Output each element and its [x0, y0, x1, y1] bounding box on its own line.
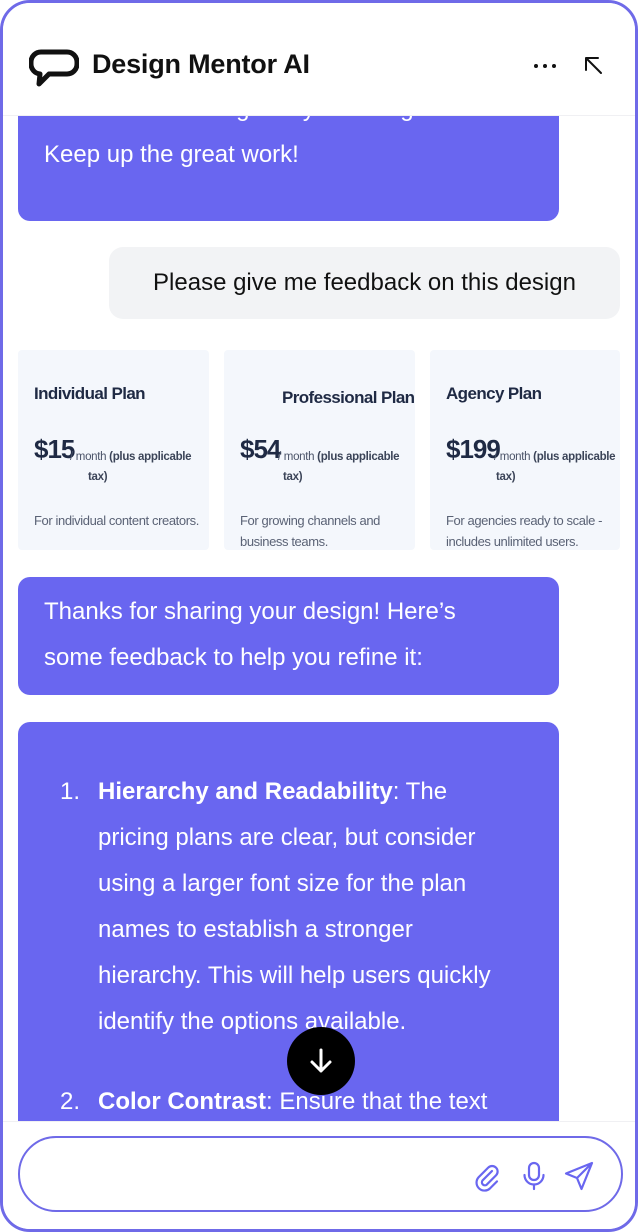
plan-unit-text: / month	[278, 451, 315, 463]
list-text-line: names to establish a stronger	[98, 916, 413, 943]
plan-name: Agency Plan	[446, 384, 542, 403]
message-list[interactable]: uniform look throughout your design. Kee…	[3, 116, 635, 1121]
list-item-title: Color Contrast	[98, 1088, 266, 1115]
plan-description-line: For growing channels and	[240, 513, 380, 528]
list-text-line: pricing plans are clear, but consider	[98, 824, 476, 851]
more-horizontal-icon	[534, 64, 556, 68]
message-text-line: Thanks for sharing your design! Here’s	[44, 598, 456, 625]
plan-unit: / month (plus applicable tax)	[70, 447, 192, 487]
plan-description: For growing channels and business teams.	[240, 510, 380, 552]
plan-card: Agency Plan $199 / month (plus applicabl…	[430, 350, 620, 550]
list-item-title: Hierarchy and Readability	[98, 778, 393, 805]
microphone-icon[interactable]	[518, 1160, 550, 1192]
message-text-line: Keep up the great work!	[44, 141, 299, 168]
plan-price: $54	[240, 434, 281, 464]
paperclip-icon[interactable]	[470, 1160, 502, 1192]
list-text-line: : The	[392, 778, 448, 805]
ai-message: uniform look throughout your design. Kee…	[18, 116, 559, 221]
arrow-up-left-icon	[585, 57, 602, 74]
plan-description-line: For agencies ready to scale -	[446, 513, 603, 528]
collapse-button[interactable]	[579, 51, 607, 79]
plan-tax-text: (plus applicable	[533, 451, 616, 463]
ai-message: Thanks for sharing your design! Here’s s…	[18, 577, 559, 695]
scroll-to-bottom-button[interactable]	[287, 1027, 355, 1095]
message-text: Please give me feedback on this design	[153, 269, 576, 296]
message-text-line: uniform look throughout your design.	[44, 116, 533, 132]
arrow-down-icon	[310, 1048, 332, 1073]
chat-header: Design Mentor AI	[3, 3, 635, 116]
plan-tax-text: tax)	[283, 471, 303, 483]
plan-tax-text: (plus applicable	[317, 451, 400, 463]
list-text-line: using a larger font size for the plan	[98, 870, 467, 897]
plan-price: $15	[34, 434, 75, 464]
message-composer	[18, 1136, 623, 1212]
plan-price: $199	[446, 434, 501, 464]
list-text: Hierarchy and Readability: The pricing p…	[98, 769, 538, 1045]
list-number: 2.	[60, 1088, 81, 1115]
list-number: 1.	[60, 778, 81, 805]
plan-tax-text: (plus applicable	[109, 451, 192, 463]
user-message: Please give me feedback on this design	[109, 247, 620, 319]
plan-unit-text: / month	[70, 451, 107, 463]
plan-card: Individual Plan $15 / month (plus applic…	[18, 350, 209, 550]
plan-description: For individual content creators.	[34, 510, 199, 531]
send-icon[interactable]	[563, 1160, 595, 1192]
plan-description-line: business teams.	[240, 534, 328, 549]
list-text-line: hierarchy. This will help users quickly	[98, 962, 491, 989]
plan-unit: / month (plus applicable tax)	[494, 447, 616, 487]
plan-tax-text: tax)	[88, 471, 108, 483]
plan-card: Professional Plan $54 / month (plus appl…	[224, 350, 415, 550]
pricing-image-attachment[interactable]: Individual Plan $15 / month (plus applic…	[18, 350, 620, 550]
plan-description-line: includes unlimited users.	[446, 534, 579, 549]
plan-tax-text: tax)	[496, 471, 516, 483]
message-input[interactable]	[44, 1156, 464, 1192]
chat-bubble-icon	[29, 49, 79, 87]
plan-unit-text: / month	[494, 451, 531, 463]
message-text-line: some feedback to help you refine it:	[44, 644, 423, 671]
more-menu-button[interactable]	[527, 53, 563, 79]
plan-unit: / month (plus applicable tax)	[278, 447, 400, 487]
app-title: Design Mentor AI	[92, 49, 310, 79]
list-text-line: : Ensure that the text	[266, 1088, 488, 1115]
plan-name: Individual Plan	[34, 384, 146, 403]
plan-name: Professional Plan	[282, 388, 415, 407]
plan-description-line: For individual content creators.	[34, 513, 199, 528]
composer-area	[3, 1121, 635, 1229]
chat-widget: Design Mentor AI uniform look throughout…	[0, 0, 638, 1232]
plan-description: For agencies ready to scale - includes u…	[446, 510, 602, 552]
